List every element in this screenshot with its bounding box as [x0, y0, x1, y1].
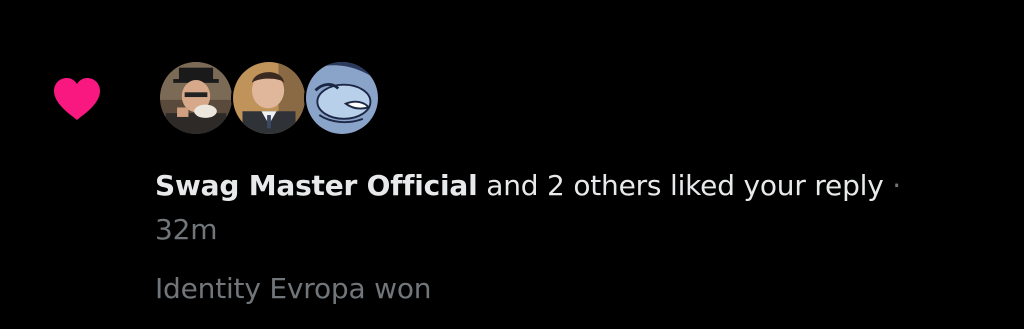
reply-snippet: Identity Evropa won	[155, 272, 432, 305]
heart-icon	[54, 78, 100, 120]
notification-text: Swag Master Official and 2 others liked …	[155, 164, 955, 252]
avatar-man-with-top-hat-drinking-tea[interactable]	[158, 60, 234, 136]
liker-avatars	[158, 60, 380, 138]
separator: ·	[883, 169, 901, 202]
avatar-anime-drawing[interactable]	[304, 60, 380, 136]
timestamp: 32m	[155, 213, 218, 246]
like-notification[interactable]: Swag Master Official and 2 others liked …	[0, 0, 1024, 329]
action-text: and 2 others liked your reply	[477, 169, 884, 202]
actor-name[interactable]: Swag Master Official	[155, 169, 478, 202]
avatar-man-in-suit[interactable]	[231, 60, 307, 136]
